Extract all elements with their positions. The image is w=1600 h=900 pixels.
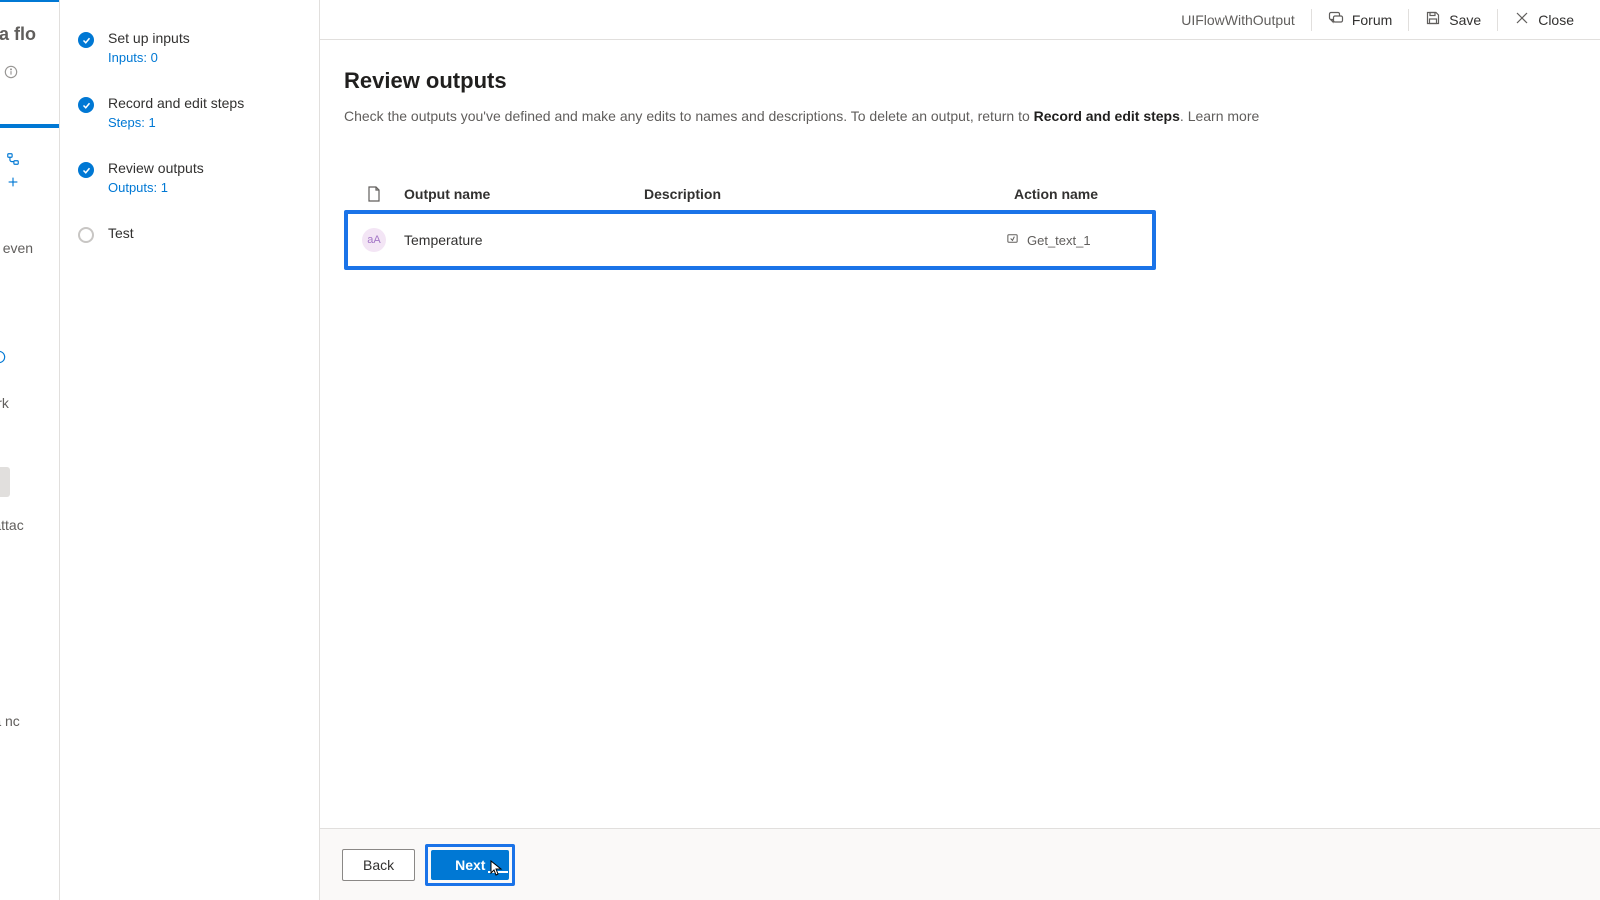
- col-action-name[interactable]: Action name: [1014, 186, 1454, 202]
- save-label: Save: [1449, 12, 1481, 28]
- left-text-3: email attac: [0, 517, 59, 533]
- flow-icon-stack: [6, 152, 59, 192]
- step-test[interactable]: Test: [78, 225, 301, 243]
- plus-icon: [6, 175, 59, 192]
- save-icon: [1425, 10, 1441, 29]
- left-panel-title: ake a flo: [0, 24, 59, 45]
- output-name-cell: Temperature: [404, 232, 640, 248]
- col-output-name[interactable]: Output name: [404, 186, 644, 202]
- flow-name: UIFlowWithOutput: [1165, 12, 1311, 28]
- desc-text-b: .: [1180, 108, 1188, 124]
- footer-bar: Back Next: [320, 828, 1600, 900]
- left-text-2: ote work: [0, 395, 59, 411]
- output-action-cell: Get_text_1: [1006, 232, 1146, 248]
- top-bar: UIFlowWithOutput Forum Save Close: [320, 0, 1600, 40]
- flow-icon: [6, 152, 59, 169]
- close-button[interactable]: Close: [1498, 0, 1590, 40]
- pending-circle-icon: [78, 227, 94, 243]
- accent-top-bar: [0, 0, 59, 2]
- check-icon: [78, 32, 94, 48]
- step-sub: Steps: 1: [108, 115, 244, 130]
- step-sub: Inputs: 0: [108, 50, 190, 65]
- step-title: Set up inputs: [108, 30, 190, 46]
- check-icon: [78, 162, 94, 178]
- left-plate-row: olate: [0, 350, 59, 367]
- main-panel: UIFlowWithOutput Forum Save Close Review…: [320, 0, 1600, 900]
- info-icon: [0, 350, 6, 367]
- close-icon: [1514, 10, 1530, 29]
- step-review-outputs[interactable]: Review outputs Outputs: 1: [78, 160, 301, 195]
- save-button[interactable]: Save: [1409, 0, 1497, 40]
- output-row-highlight: aA Temperature Get_text_1: [344, 210, 1156, 270]
- step-title: Record and edit steps: [108, 95, 244, 111]
- desc-text-a: Check the outputs you've defined and mak…: [344, 108, 1034, 124]
- desc-bold: Record and edit steps: [1034, 108, 1180, 124]
- step-title: Test: [108, 225, 134, 241]
- step-title: Review outputs: [108, 160, 204, 176]
- forum-button[interactable]: Forum: [1312, 0, 1408, 40]
- forum-label: Forum: [1352, 12, 1392, 28]
- forum-icon: [1328, 10, 1344, 29]
- gray-box: [0, 467, 10, 497]
- page-description: Check the outputs you've defined and mak…: [344, 108, 1576, 124]
- output-type-icon: aA: [362, 228, 386, 252]
- step-set-up-inputs[interactable]: Set up inputs Inputs: 0: [78, 30, 301, 65]
- output-row[interactable]: aA Temperature Get_text_1: [348, 214, 1152, 266]
- content-area: Review outputs Check the outputs you've …: [320, 40, 1600, 828]
- check-icon: [78, 97, 94, 113]
- grid-header: Output name Description Action name: [344, 178, 1576, 210]
- next-button-highlight: Next: [425, 844, 515, 886]
- action-icon: [1006, 232, 1019, 248]
- close-label: Close: [1538, 12, 1574, 28]
- file-icon: [344, 186, 404, 202]
- learn-more-link[interactable]: Learn more: [1188, 108, 1260, 124]
- back-button[interactable]: Back: [342, 849, 415, 881]
- outputs-grid: Output name Description Action name aA T…: [344, 178, 1576, 270]
- left-text-1: gnated even: [0, 240, 59, 256]
- page-title: Review outputs: [344, 68, 1576, 94]
- step-record-edit-steps[interactable]: Record and edit steps Steps: 1: [78, 95, 301, 130]
- action-name: Get_text_1: [1027, 233, 1091, 248]
- step-sidebar: Set up inputs Inputs: 0 Record and edit …: [60, 0, 320, 900]
- left-text-4: email a nc: [0, 713, 59, 729]
- step-sub: Outputs: 1: [108, 180, 204, 195]
- col-description[interactable]: Description: [644, 186, 1014, 202]
- info-icon: [4, 65, 59, 82]
- cropped-left-panel: ake a flo gnated even olate ote work ema…: [0, 0, 60, 900]
- cursor-icon: [490, 860, 504, 879]
- selection-indicator: [0, 124, 60, 128]
